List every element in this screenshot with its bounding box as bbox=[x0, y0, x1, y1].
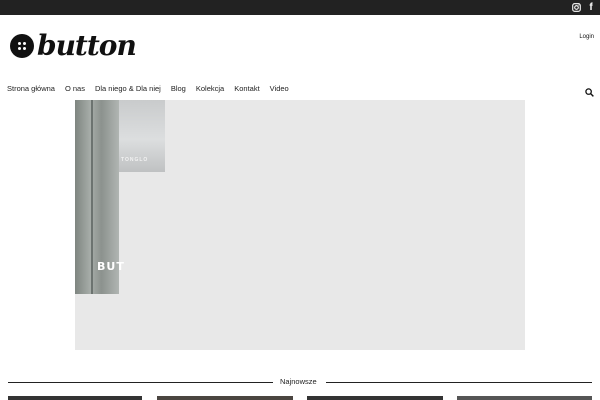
section-title: Najnowsze bbox=[280, 377, 317, 386]
top-bar: f bbox=[0, 0, 600, 15]
instagram-icon[interactable] bbox=[571, 2, 582, 13]
button-logo-icon bbox=[10, 34, 34, 58]
nav-item-blog[interactable]: Blog bbox=[171, 84, 186, 93]
post-thumbnail[interactable] bbox=[157, 396, 293, 400]
divider-left bbox=[8, 382, 273, 383]
post-thumbnail[interactable] bbox=[8, 396, 142, 400]
hero-slider[interactable]: BUT TONGLO bbox=[75, 100, 525, 350]
nav-item-for-him-her[interactable]: Dla niego & Dla niej bbox=[95, 84, 161, 93]
hero-overlay-text: BUT bbox=[97, 260, 125, 273]
nav-item-about[interactable]: O nas bbox=[65, 84, 85, 93]
nav-item-video[interactable]: Video bbox=[270, 84, 289, 93]
nav-item-collection[interactable]: Kolekcja bbox=[196, 84, 224, 93]
main-nav: Strona główna O nas Dla niego & Dla niej… bbox=[7, 84, 289, 93]
login-link[interactable]: Login bbox=[579, 34, 594, 40]
divider-right bbox=[326, 382, 592, 383]
logo-text: button bbox=[37, 29, 137, 62]
post-thumbnail[interactable] bbox=[457, 396, 592, 400]
hero-image-strip: BUT bbox=[75, 100, 124, 294]
site-logo[interactable]: button bbox=[10, 29, 137, 62]
facebook-icon[interactable]: f bbox=[586, 2, 596, 13]
nav-item-contact[interactable]: Kontakt bbox=[234, 84, 259, 93]
hero-panel-tag: TONGLO bbox=[121, 157, 149, 163]
section-header: Najnowsze bbox=[8, 377, 592, 387]
post-thumbnail[interactable] bbox=[307, 396, 443, 400]
hero-image-panel: TONGLO bbox=[119, 100, 165, 172]
search-icon[interactable] bbox=[585, 84, 595, 97]
nav-item-home[interactable]: Strona główna bbox=[7, 84, 55, 93]
